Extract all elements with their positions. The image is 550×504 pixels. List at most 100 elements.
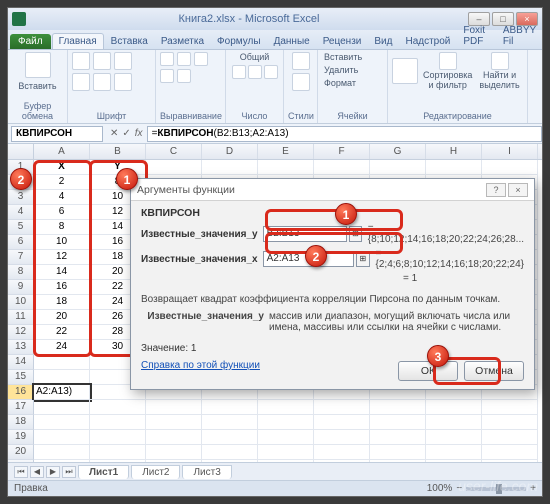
- row-header[interactable]: 3: [8, 190, 34, 205]
- col-header[interactable]: F: [314, 144, 370, 159]
- cell[interactable]: 10: [34, 235, 90, 250]
- row-header[interactable]: 15: [8, 370, 34, 385]
- sheet-nav-first[interactable]: ⏮: [14, 466, 28, 478]
- sheet-tab[interactable]: Лист1: [78, 465, 129, 479]
- zoom-level[interactable]: 100%: [427, 483, 453, 494]
- cell[interactable]: [34, 445, 90, 460]
- cell[interactable]: [146, 400, 202, 415]
- cell[interactable]: [258, 160, 314, 175]
- merge-icon[interactable]: [177, 69, 191, 83]
- cell[interactable]: X: [34, 160, 90, 175]
- sheet-nav-next[interactable]: ▶: [46, 466, 60, 478]
- cell[interactable]: [482, 445, 538, 460]
- col-header[interactable]: C: [146, 144, 202, 159]
- cell[interactable]: [146, 415, 202, 430]
- tab-data[interactable]: Данные: [268, 34, 316, 49]
- number-format[interactable]: Общий: [238, 52, 272, 62]
- cell[interactable]: [202, 430, 258, 445]
- tab-foxit[interactable]: Foxit PDF: [457, 23, 495, 49]
- cell[interactable]: [426, 160, 482, 175]
- cell[interactable]: [202, 160, 258, 175]
- row-header[interactable]: 9: [8, 280, 34, 295]
- cell[interactable]: [370, 430, 426, 445]
- row-header[interactable]: 4: [8, 205, 34, 220]
- cell[interactable]: 18: [34, 295, 90, 310]
- cell[interactable]: [314, 430, 370, 445]
- delete-cells[interactable]: Удалить: [322, 65, 360, 75]
- cell[interactable]: [370, 400, 426, 415]
- cell[interactable]: 4: [34, 190, 90, 205]
- row-header[interactable]: 7: [8, 250, 34, 265]
- tab-layout[interactable]: Разметка: [155, 34, 210, 49]
- tab-addins[interactable]: Надстрой: [399, 34, 456, 49]
- cell[interactable]: [202, 400, 258, 415]
- row-header[interactable]: 20: [8, 445, 34, 460]
- cell[interactable]: [258, 415, 314, 430]
- cell[interactable]: [426, 400, 482, 415]
- cell[interactable]: [90, 415, 146, 430]
- col-header[interactable]: I: [482, 144, 538, 159]
- tab-formulas[interactable]: Формулы: [211, 34, 267, 49]
- align-icon[interactable]: [194, 52, 208, 66]
- italic-icon[interactable]: [93, 52, 111, 70]
- col-header[interactable]: B: [90, 144, 146, 159]
- sort-label[interactable]: Сортировка и фильтр: [421, 70, 474, 90]
- ok-button[interactable]: ОК: [398, 361, 458, 381]
- cell[interactable]: A2:A13): [34, 385, 90, 400]
- cell[interactable]: 2: [34, 175, 90, 190]
- cell[interactable]: [314, 445, 370, 460]
- range-picker-icon[interactable]: ⊞: [349, 226, 362, 242]
- sheet-tab[interactable]: Лист2: [131, 465, 180, 479]
- row-header[interactable]: 18: [8, 415, 34, 430]
- cell[interactable]: 22: [34, 325, 90, 340]
- cell[interactable]: [482, 160, 538, 175]
- autosum-icon[interactable]: [392, 58, 418, 84]
- row-header[interactable]: 11: [8, 310, 34, 325]
- sheet-nav-prev[interactable]: ◀: [30, 466, 44, 478]
- row-header[interactable]: 16: [8, 385, 34, 400]
- row-header[interactable]: 13: [8, 340, 34, 355]
- tab-review[interactable]: Рецензи: [317, 34, 368, 49]
- underline-icon[interactable]: [114, 52, 132, 70]
- col-header[interactable]: D: [202, 144, 258, 159]
- row-header[interactable]: 8: [8, 265, 34, 280]
- tab-insert[interactable]: Вставка: [105, 34, 154, 49]
- cell[interactable]: [146, 160, 202, 175]
- paste-icon[interactable]: [25, 52, 51, 78]
- cell[interactable]: [34, 430, 90, 445]
- fill-icon[interactable]: [93, 73, 111, 91]
- tab-abbyy[interactable]: ABBYY Fil: [497, 23, 542, 49]
- cell[interactable]: [146, 445, 202, 460]
- cell[interactable]: [426, 430, 482, 445]
- cell[interactable]: [202, 445, 258, 460]
- find-label[interactable]: Найти и выделить: [477, 70, 521, 90]
- cell[interactable]: [370, 445, 426, 460]
- cell[interactable]: 20: [34, 310, 90, 325]
- name-box[interactable]: КВПИРСОН: [11, 126, 103, 142]
- wrap-icon[interactable]: [160, 69, 174, 83]
- format-cells[interactable]: Формат: [322, 78, 358, 88]
- dialog-help-button[interactable]: ?: [486, 183, 506, 197]
- cell[interactable]: [34, 415, 90, 430]
- dialog-close-button[interactable]: ×: [508, 183, 528, 197]
- cell[interactable]: [314, 160, 370, 175]
- border-icon[interactable]: [72, 73, 90, 91]
- cancel-button[interactable]: Отмена: [464, 361, 524, 381]
- align-icon[interactable]: [160, 52, 174, 66]
- cell[interactable]: [34, 355, 90, 370]
- cell[interactable]: [258, 400, 314, 415]
- cell[interactable]: [34, 370, 90, 385]
- cell[interactable]: [370, 415, 426, 430]
- sheet-tab[interactable]: Лист3: [182, 465, 231, 479]
- function-help-link[interactable]: Справка по этой функции: [141, 360, 260, 371]
- cell[interactable]: 6: [34, 205, 90, 220]
- cell[interactable]: 14: [34, 265, 90, 280]
- row-header[interactable]: 17: [8, 400, 34, 415]
- row-header[interactable]: 19: [8, 430, 34, 445]
- cancel-formula-icon[interactable]: ✕: [110, 128, 118, 139]
- cell[interactable]: 24: [34, 340, 90, 355]
- cell[interactable]: [370, 160, 426, 175]
- col-header[interactable]: E: [258, 144, 314, 159]
- cell[interactable]: [314, 415, 370, 430]
- cell[interactable]: [482, 400, 538, 415]
